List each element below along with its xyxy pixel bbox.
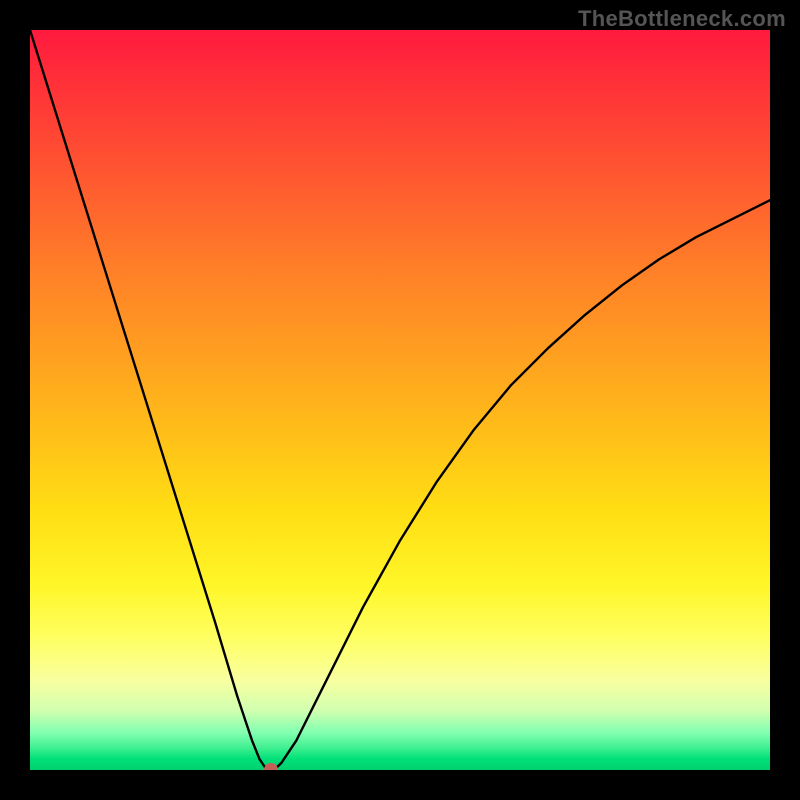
chart-container: TheBottleneck.com — [0, 0, 800, 800]
watermark-text: TheBottleneck.com — [578, 6, 786, 32]
bottleneck-curve — [30, 30, 770, 770]
plot-area — [30, 30, 770, 770]
curve-svg — [30, 30, 770, 770]
optimal-point-marker — [264, 763, 278, 770]
